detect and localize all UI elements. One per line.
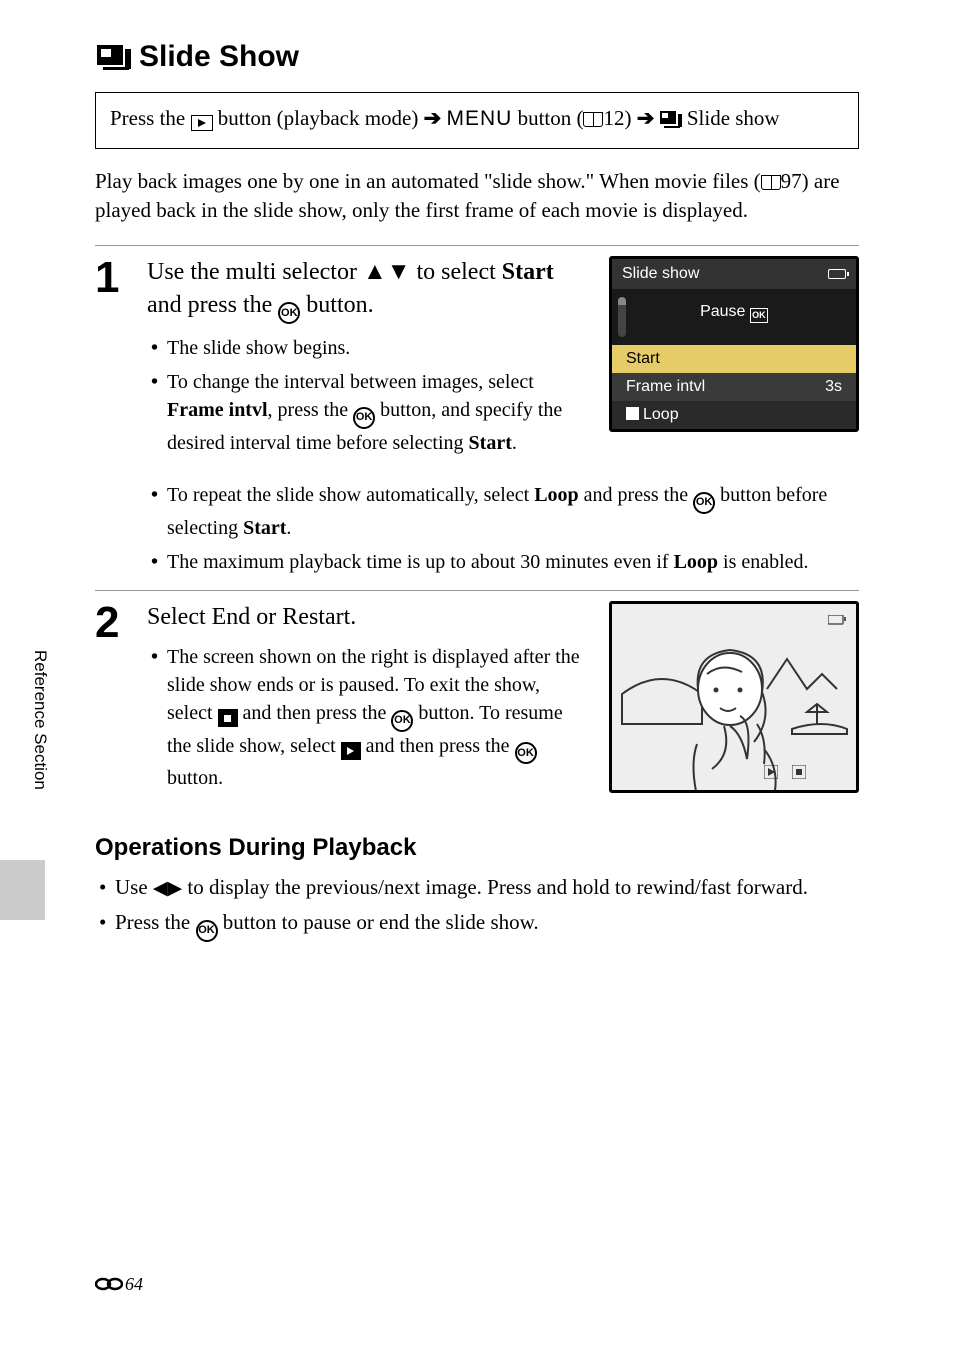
list-item: The maximum playback time is up to about… (147, 548, 859, 576)
checkbox-icon (626, 407, 639, 420)
breadcrumb-text: Slide show (687, 106, 780, 130)
breadcrumb-page-ref: 12 (603, 106, 624, 130)
menu-item-loop: Loop (612, 401, 856, 429)
ok-button-icon: OK (196, 920, 218, 942)
ok-button-icon: OK (391, 710, 413, 732)
scrollbar (618, 297, 626, 337)
ok-button-icon: OK (278, 302, 300, 324)
breadcrumb: Press the button (playback mode) ➔ MENU … (95, 92, 859, 149)
operations-heading: Operations During Playback (95, 834, 859, 862)
battery-icon (828, 269, 846, 279)
list-item: To repeat the slide show automatically, … (147, 481, 859, 542)
menu-item-frame: Frame intvl3s (612, 373, 856, 401)
playback-button-icon (191, 115, 213, 131)
book-icon (583, 112, 603, 127)
stop-control-icon (792, 765, 806, 784)
arrow-right-icon: ➔ (424, 103, 442, 135)
list-item: The screen shown on the right is display… (147, 643, 589, 792)
ok-button-icon: OK (693, 492, 715, 514)
breadcrumb-text: ) (624, 106, 636, 130)
ok-button-icon: OK (515, 742, 537, 764)
intro-text: Play back images one by one in an automa… (95, 167, 859, 226)
reference-link-icon (95, 1276, 123, 1297)
illustration-drawing (612, 604, 859, 793)
menu-label: MENU (446, 107, 512, 130)
play-control-icon (764, 765, 778, 784)
list-item: Press the OK button to pause or end the … (95, 907, 859, 942)
divider (95, 245, 859, 246)
menu-item-start: Start (612, 345, 856, 373)
divider (95, 590, 859, 591)
play-icon (341, 742, 361, 760)
section-label: Reference Section (30, 650, 50, 790)
book-icon (761, 175, 781, 190)
list-item: The slide show begins. (147, 334, 589, 362)
list-item: To change the interval between images, s… (147, 368, 589, 457)
step-number: 1 (95, 256, 125, 300)
arrow-right-icon: ➔ (637, 103, 655, 135)
stop-icon (218, 709, 238, 727)
breadcrumb-text: Press the (110, 106, 191, 130)
step-number: 2 (95, 601, 125, 645)
left-right-icon: ◀▶ (153, 878, 182, 899)
pause-label: Pause (700, 303, 745, 320)
slideshow-icon (95, 43, 133, 71)
breadcrumb-text: button (playback mode) (218, 106, 424, 130)
breadcrumb-text: button ( (518, 106, 584, 130)
slideshow-small-icon (660, 106, 682, 138)
up-down-icon: ▲▼ (363, 258, 411, 285)
step-heading: Select End or Restart. (147, 601, 589, 633)
ok-button-icon: OK (353, 407, 375, 429)
ok-box-icon: OK (750, 308, 768, 323)
battery-icon (828, 612, 846, 630)
page-title: Slide Show (139, 40, 299, 74)
camera-screen-menu: Slide show Pause OK Start Frame intvl3s … (609, 256, 859, 469)
camera-screen-illustration (609, 601, 859, 793)
page-number: 64 (95, 1274, 143, 1297)
step-heading: Use the multi selector ▲▼ to select Star… (147, 256, 589, 324)
screen-title: Slide show (622, 265, 699, 283)
side-tab (0, 860, 45, 920)
list-item: Use ◀▶ to display the previous/next imag… (95, 872, 859, 903)
